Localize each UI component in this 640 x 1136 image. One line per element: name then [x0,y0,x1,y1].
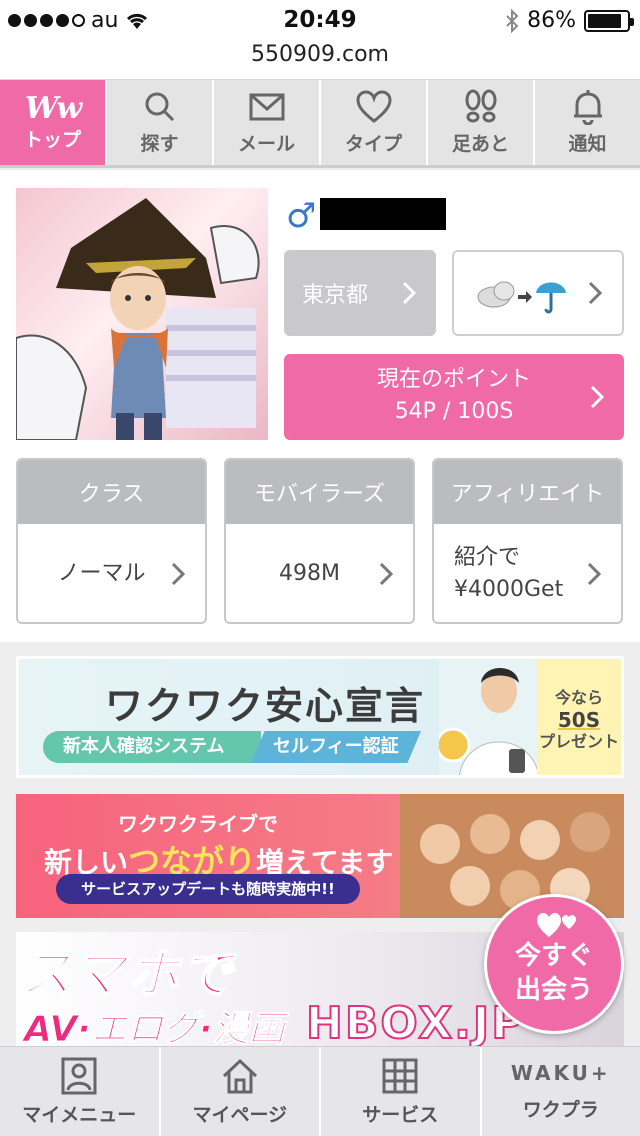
safety-banner-title: ワクワク安心宣言 [105,684,426,728]
safety-declaration-banner[interactable]: ワクワク安心宣言 新本人確認システム セルフィー認証 今なら 50S プレゼント [16,656,624,778]
chevron-right-icon [588,281,602,305]
meet-now-line1: 今すぐ [514,941,593,971]
chevron-right-icon [587,562,601,586]
bottom-tab-bar: マイメニュー マイページ サービス WAKU+ ワクプラ [0,1046,640,1136]
battery-percent: 86% [527,8,576,33]
mobilers-card[interactable]: モバイラーズ 498M [224,458,415,624]
avatar[interactable] [16,188,268,440]
mobilers-value: 498M [279,561,340,586]
nav-mail[interactable]: メール [214,80,321,165]
chevron-right-icon [171,562,185,586]
grid-icon [382,1058,418,1094]
points-button[interactable]: 現在のポイント 54P / 100S [284,354,624,440]
affiliate-value-line1: 紹介で [454,545,521,570]
gender-icon: ♂ [286,196,317,236]
search-icon [145,92,174,122]
affiliate-value-line2: ¥4000Get [454,577,564,602]
nav-search-label: 探す [140,133,179,155]
battery-icon [584,9,634,32]
bell-icon [573,90,602,125]
promo-line3: プレゼント [538,732,619,751]
points-value: 54P / 100S [394,399,514,424]
prefecture-button[interactable]: 東京都 [284,250,436,336]
tab-my-menu[interactable]: マイメニュー [0,1047,161,1136]
heart-icon [355,90,392,123]
nav-type-label: タイプ [344,133,402,155]
username-redacted [320,198,446,230]
hbox-banner-line1: スマホで [19,944,235,1006]
tab-services[interactable]: サービス [321,1047,482,1136]
profile-section: ♂ 東京都 現在のポイント 54P / 100S クラス ノーマル モバイラーズ… [0,170,640,642]
tab-my-page[interactable]: マイページ [161,1047,321,1136]
safety-banner-tag-selfie: セルフィー認証 [251,731,421,763]
ww-logo-icon: Ww [24,91,83,126]
class-card-title: クラス [18,460,205,524]
bluetooth-icon [506,8,519,33]
chevron-right-icon [402,281,416,305]
class-card[interactable]: クラス ノーマル [16,458,207,624]
affiliate-card-title: アフィリエイト [434,460,621,524]
promo-line1: 今なら [554,688,603,707]
live-banner-line1: ワクワクライブで [118,812,278,836]
waku-plus-logo: WAKU+ [510,1061,611,1085]
chevron-right-icon [379,562,393,586]
person-card-icon [61,1057,97,1095]
class-card-body: ノーマル [18,524,205,622]
meet-now-button[interactable]: 今すぐ 出会う [484,894,624,1034]
nav-mail-label: メール [237,133,295,155]
cloud-to-umbrella-icon [477,281,566,314]
footprints-icon [465,89,496,123]
status-right: 86% [505,8,634,33]
safety-promo-badge: 今なら 50S プレゼント [537,659,621,775]
mail-icon [249,93,284,121]
hbox-banner-line2: AV·エログ·漫画 [24,1009,286,1049]
nav-search[interactable]: 探す [107,80,214,165]
nav-footprints[interactable]: 足あと [428,80,535,165]
home-icon [222,1058,257,1094]
meet-now-line2: 出会う [514,975,593,1005]
tab-wakupura[interactable]: WAKU+ ワクプラ [482,1047,640,1136]
url-bar[interactable]: 550909.com [0,40,640,80]
group-photo-image [400,794,624,918]
tab-services-label: サービス [362,1104,439,1126]
safety-banner-tag-id-check: 新本人確認システム [43,731,261,763]
status-cards: クラス ノーマル モバイラーズ 498M アフィリエイト 紹介で ¥4000Ge… [16,458,624,624]
tab-my-menu-label: マイメニュー [22,1104,137,1126]
chevron-right-icon [590,385,604,409]
mobilers-card-body: 498M [226,524,413,622]
mobilers-card-title: モバイラーズ [226,460,413,524]
top-nav: Ww トップ 探す メール タイプ 足あと 通知 [0,80,640,168]
class-value: ノーマル [57,561,146,586]
avatar-illustration [16,198,260,440]
points-title: 現在のポイント [376,367,531,392]
weather-button[interactable] [452,250,624,336]
nav-footprints-label: 足あと [451,133,509,155]
promo-line2: 50S [557,708,601,732]
live-banner-line3: サービスアップデートも随時実施中!! [56,874,360,904]
nav-top[interactable]: Ww トップ [0,80,107,165]
tab-wakupura-label: ワクプラ [522,1099,599,1121]
hearts-icon [537,913,576,937]
nav-notifications-label: 通知 [568,133,607,155]
prefecture-label: 東京都 [302,283,369,308]
nav-top-label: トップ [23,129,81,151]
tab-my-page-label: マイページ [192,1104,288,1126]
status-bar: au 20:49 86% [0,0,640,40]
nav-notifications[interactable]: 通知 [535,80,640,165]
affiliate-card[interactable]: アフィリエイト 紹介で ¥4000Get [432,458,623,624]
nav-type[interactable]: タイプ [321,80,428,165]
affiliate-card-body: 紹介で ¥4000Get [434,524,621,622]
